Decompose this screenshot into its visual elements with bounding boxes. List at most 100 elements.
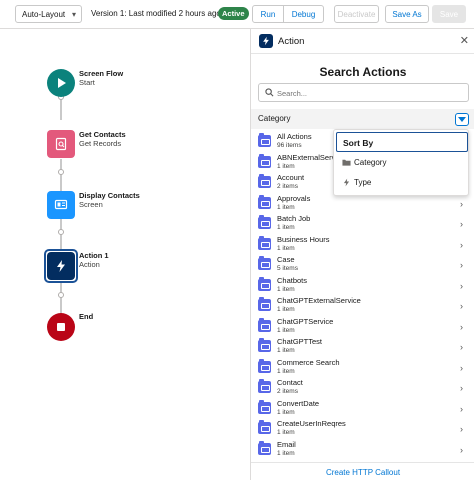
sort-option-label: Type <box>354 178 372 187</box>
chevron-right-icon: › <box>460 239 463 250</box>
flow-canvas[interactable]: Screen Flow Start Get Contacts Get Recor… <box>0 29 250 480</box>
run-button[interactable]: Run <box>252 5 284 23</box>
chevron-right-icon: › <box>460 321 463 332</box>
start-node[interactable] <box>47 69 75 97</box>
search-box[interactable] <box>258 83 469 102</box>
item-count: 1 item <box>277 347 295 354</box>
list-item[interactable]: Business Hours 1 item › <box>251 235 474 256</box>
folder-icon <box>258 358 271 373</box>
item-count: 1 item <box>277 449 295 457</box>
folder-icon <box>258 133 271 147</box>
play-icon <box>58 78 66 88</box>
folder-icon <box>342 159 351 166</box>
item-name: Commerce Search <box>277 357 340 367</box>
item-name: Email <box>277 439 296 449</box>
display-contacts-node-label: Display Contacts Screen <box>79 191 140 209</box>
list-item[interactable]: Batch Job 1 item › <box>251 214 474 235</box>
node-subtitle: Action <box>79 260 100 269</box>
folder-icon <box>258 276 271 291</box>
search-icon <box>265 88 274 97</box>
debug-button[interactable]: Debug <box>283 5 324 23</box>
folder-icon <box>258 338 271 352</box>
folder-icon <box>258 174 271 188</box>
chevron-right-icon: › <box>460 424 463 434</box>
list-item[interactable]: ChatGPTService 1 item › <box>251 317 474 338</box>
display-contacts-node[interactable] <box>47 191 75 219</box>
search-input[interactable] <box>277 87 462 99</box>
list-item[interactable]: ConvertDate 1 item › <box>251 399 474 420</box>
end-node-label: End <box>79 312 93 321</box>
lightning-icon <box>57 260 65 272</box>
item-count: 1 item <box>277 306 295 313</box>
node-subtitle: Get Records <box>79 139 122 148</box>
list-item[interactable]: CreateUserInReqres 1 item › <box>251 419 474 440</box>
chevron-right-icon: › <box>460 301 463 311</box>
list-item[interactable]: Email 1 item › <box>251 440 474 461</box>
list-item[interactable]: ChatGPTTest 1 item › <box>251 337 474 358</box>
save-as-button[interactable]: Save As <box>385 5 429 23</box>
sort-option-type[interactable]: Type <box>334 174 468 192</box>
chevron-right-icon: › <box>460 260 463 270</box>
lightning-icon <box>343 178 350 187</box>
chevron-right-icon: › <box>460 219 463 229</box>
sort-option-label: Category <box>354 158 387 167</box>
list-item[interactable]: ChatGPTExternalService 1 item › <box>251 296 474 317</box>
connector-line <box>60 219 62 251</box>
folder-icon <box>258 420 271 434</box>
add-element-dot[interactable] <box>58 169 64 175</box>
folder-icon <box>258 153 271 168</box>
node-subtitle: Start <box>79 78 95 87</box>
item-count: 1 item <box>277 408 295 416</box>
item-name: ChatGPTTest <box>277 337 323 346</box>
item-count: 5 items <box>277 265 298 272</box>
item-name: Case <box>277 255 295 264</box>
search-actions-heading: Search Actions <box>319 65 407 79</box>
item-count: 1 item <box>277 326 295 334</box>
sort-button[interactable] <box>455 113 469 126</box>
item-count: 1 item <box>277 203 295 211</box>
stop-icon <box>57 323 65 331</box>
toolbar: Auto-Layout ▾ Version 1: Last modified 2… <box>0 0 474 29</box>
node-title: End <box>79 312 94 321</box>
save-button[interactable]: Save <box>432 5 466 23</box>
item-count: 1 item <box>277 244 295 252</box>
list-item[interactable]: Approvals 1 item › <box>251 194 474 215</box>
item-count: 1 item <box>277 162 295 170</box>
deactivate-button[interactable]: Deactivate <box>334 5 379 23</box>
sort-menu: Sort By Category Type <box>333 129 469 196</box>
list-item[interactable]: Contact 2 items › <box>251 378 474 399</box>
close-icon[interactable]: ✕ <box>460 34 469 47</box>
record-lookup-icon <box>55 137 67 151</box>
chevron-down-icon <box>458 116 466 122</box>
list-item[interactable]: Commerce Search 1 item › <box>251 358 474 379</box>
folder-icon <box>258 194 271 209</box>
item-count: 1 item <box>277 429 295 436</box>
panel-title: Action <box>278 36 305 47</box>
add-element-dot[interactable] <box>58 229 64 235</box>
create-http-callout-link[interactable]: Create HTTP Callout <box>251 468 474 477</box>
layout-select[interactable]: Auto-Layout ▾ <box>15 5 82 23</box>
panel-header: Action ✕ <box>251 29 474 54</box>
screen-icon <box>54 199 68 210</box>
folder-icon <box>258 297 271 311</box>
item-count: 2 items <box>277 183 298 190</box>
status-badge: Active <box>218 7 249 20</box>
get-contacts-node[interactable] <box>47 130 75 158</box>
sort-menu-header: Sort By <box>336 132 468 152</box>
end-node[interactable] <box>47 313 75 341</box>
list-item[interactable]: Case 5 items › <box>251 255 474 276</box>
list-item[interactable]: Chatbots 1 item › <box>251 276 474 297</box>
action-node[interactable] <box>47 252 75 280</box>
item-name: CreateUserInReqres <box>277 419 346 428</box>
chevron-right-icon: › <box>460 362 463 373</box>
folder-icon <box>258 215 271 229</box>
panel-footer: Create HTTP Callout <box>251 462 474 480</box>
folder-icon <box>258 440 271 455</box>
sort-option-category[interactable]: Category <box>334 154 468 172</box>
folder-icon <box>258 399 271 414</box>
item-name: ChatGPTExternalService <box>277 296 361 305</box>
add-element-dot[interactable] <box>58 292 64 298</box>
chevron-right-icon: › <box>460 280 463 291</box>
node-title: Action 1 <box>79 251 109 260</box>
item-name: ChatGPTService <box>277 316 334 326</box>
